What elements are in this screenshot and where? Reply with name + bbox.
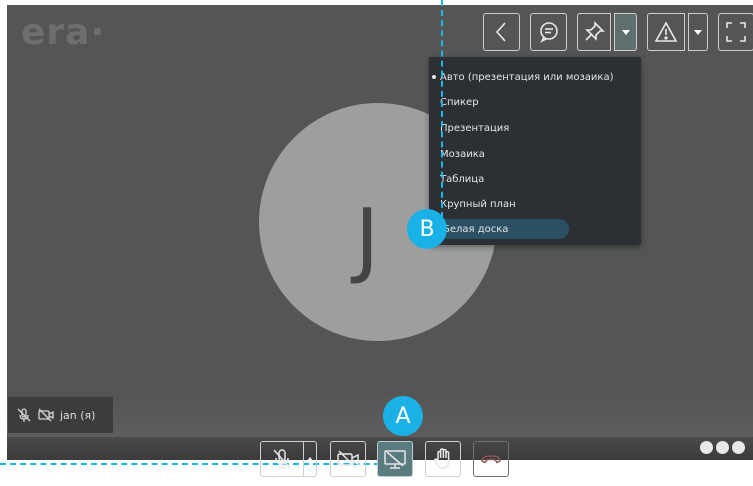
layout-pin-icon [585,21,605,41]
callout-a: A [383,396,423,436]
menu-item-mosaic[interactable]: Мозаика [429,143,641,165]
mic-muted-icon [17,408,31,422]
chat-button[interactable] [530,13,567,51]
dot-icon [732,441,745,454]
warning-dropdown-toggle[interactable] [688,13,708,51]
hang-up-button[interactable] [473,441,509,477]
mic-muted-icon [273,449,291,469]
chat-icon [539,22,558,43]
selected-dot-icon [432,75,436,79]
annotation-line-b [441,0,443,218]
camera-button[interactable] [330,441,366,477]
participant-name-tag: jan (я) [8,397,113,433]
menu-item-label: Спикер [440,96,479,108]
camera-off-icon [38,408,54,422]
chevron-down-icon [694,29,702,35]
menu-item-label: Белая доска [443,223,509,235]
menu-item-table[interactable]: Таблица [429,168,641,190]
mic-options-toggle[interactable] [303,441,317,477]
chevron-down-icon [621,29,630,35]
dot-icon [716,441,729,454]
callout-b: B [407,209,447,249]
menu-item-label: Мозаика [440,148,485,160]
app-logo: era· [21,12,106,53]
dot-icon [700,441,713,454]
menu-item-label: Таблица [440,173,485,185]
back-icon [495,22,506,42]
chevron-up-icon [306,457,313,461]
more-options-button[interactable] [700,441,745,454]
fullscreen-icon [726,22,746,42]
menu-item-close-up[interactable]: Крупный план [429,193,641,215]
hang-up-icon [481,455,501,464]
menu-item-whiteboard[interactable]: Белая доска [437,219,569,239]
screen-share-icon [384,450,406,469]
warning-button[interactable] [647,13,685,51]
menu-item-auto[interactable]: Авто (презентация или мозаика) [429,66,641,88]
camera-off-icon [337,450,359,469]
menu-item-speaker[interactable]: Спикер [429,91,641,113]
raise-hand-button[interactable] [425,441,461,477]
back-button[interactable] [483,13,520,51]
fullscreen-button[interactable] [718,13,753,51]
menu-item-label: Авто (презентация или мозаика) [440,71,614,83]
background-landscape [7,395,753,440]
menu-item-label: Презентация [440,122,510,134]
menu-item-label: Крупный план [440,198,516,210]
avatar-initial: J [355,192,380,287]
screen-share-button[interactable] [377,441,413,477]
layout-dropdown-toggle[interactable] [614,13,637,51]
layout-menu: Авто (презентация или мозаика) Спикер Пр… [429,57,641,245]
mic-button[interactable] [260,441,304,477]
raise-hand-icon [434,448,450,469]
layout-button[interactable] [577,13,611,51]
participant-name: jan (я) [60,408,96,422]
menu-item-presentation[interactable]: Презентация [429,117,641,139]
warning-icon [654,21,678,42]
